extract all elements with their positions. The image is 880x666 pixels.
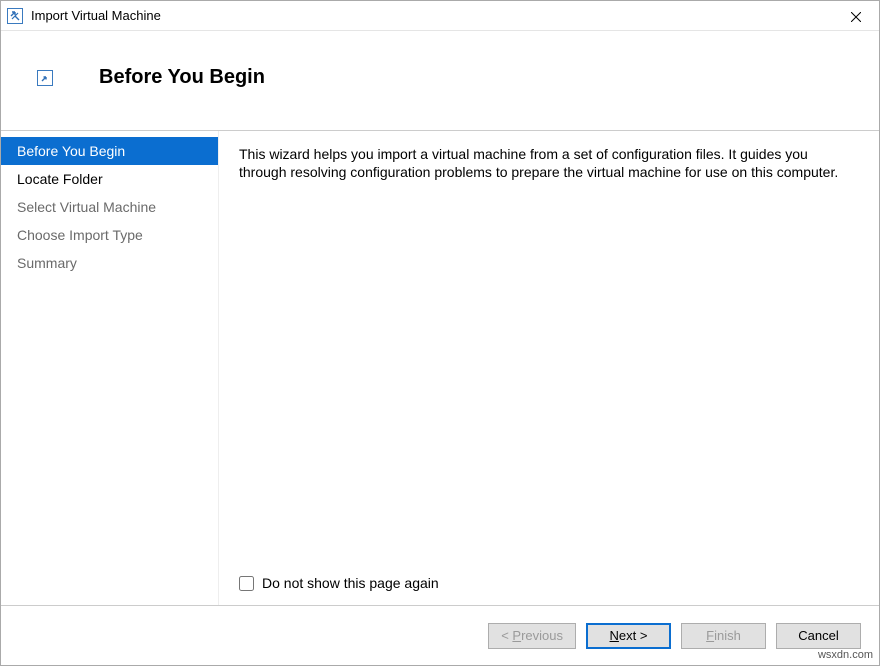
skip-page-label: Do not show this page again <box>262 575 439 591</box>
step-before-you-begin[interactable]: Before You Begin <box>1 137 218 165</box>
previous-button: < Previous <box>488 623 576 649</box>
skip-page-checkbox[interactable] <box>239 576 254 591</box>
cancel-button[interactable]: Cancel <box>776 623 861 649</box>
finish-button: Finish <box>681 623 766 649</box>
wizard-body: Before You Begin Locate Folder Select Vi… <box>1 131 879 605</box>
next-button[interactable]: Next > <box>586 623 671 649</box>
step-locate-folder[interactable]: Locate Folder <box>1 165 218 193</box>
window-title: Import Virtual Machine <box>31 8 833 23</box>
wizard-content: This wizard helps you import a virtual m… <box>219 131 879 605</box>
wizard-steps-sidebar: Before You Begin Locate Folder Select Vi… <box>1 131 219 605</box>
import-icon <box>37 70 53 86</box>
watermark: wsxdn.com <box>818 649 873 661</box>
close-icon <box>851 12 861 22</box>
wizard-window: Import Virtual Machine Before You Begin … <box>0 0 880 666</box>
wizard-description: This wizard helps you import a virtual m… <box>239 145 859 181</box>
wizard-footer: < Previous Next > Finish Cancel <box>1 605 879 665</box>
page-heading: Before You Begin <box>99 66 265 89</box>
app-icon <box>7 8 23 24</box>
skip-page-checkbox-row[interactable]: Do not show this page again <box>239 575 439 591</box>
wizard-header: Before You Begin <box>1 31 879 131</box>
step-select-virtual-machine: Select Virtual Machine <box>1 193 218 221</box>
titlebar: Import Virtual Machine <box>1 1 879 31</box>
close-button[interactable] <box>833 1 879 31</box>
step-choose-import-type: Choose Import Type <box>1 221 218 249</box>
step-summary: Summary <box>1 249 218 277</box>
